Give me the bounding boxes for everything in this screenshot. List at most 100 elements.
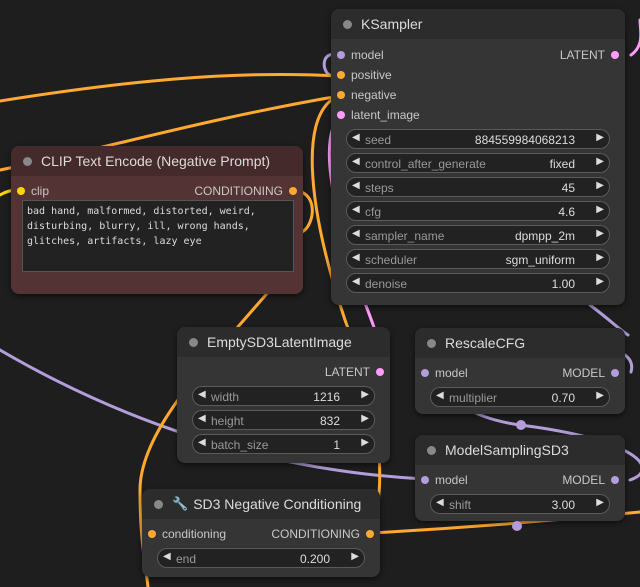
output-label: MODEL [562,366,605,380]
conditioning-pin-icon[interactable] [337,91,345,99]
decrement-arrow-icon[interactable]: ◀ [352,228,360,239]
input-slot-model[interactable]: model LATENT [331,45,625,65]
decrement-arrow-icon[interactable]: ◀ [352,132,360,143]
node-title: EmptySD3LatentImage [207,334,352,350]
widget-value: 1 [333,438,340,452]
rescale-cfg-node[interactable]: RescaleCFG model MODEL ◀ multiplier 0.70… [415,328,625,414]
collapse-dot-icon[interactable] [427,339,436,348]
output-slot-latent[interactable]: LATENT [177,362,390,382]
ksampler-title-bar[interactable]: KSampler [331,9,625,39]
conditioning-wire [0,72,341,103]
latent-output-pin-icon[interactable] [376,368,384,376]
increment-arrow-icon[interactable]: ▶ [596,497,604,508]
collapse-dot-icon[interactable] [189,338,198,347]
conditioning-pin-icon[interactable] [337,71,345,79]
decrement-arrow-icon[interactable]: ◀ [352,276,360,287]
empty-latent-title-bar[interactable]: EmptySD3LatentImage [177,327,390,357]
batch-size-widget[interactable]: ◀ batch_size 1 ▶ [192,434,375,454]
input-slot-positive[interactable]: positive [331,65,625,85]
model-output-pin-icon[interactable] [611,476,619,484]
model-pin-icon[interactable] [421,476,429,484]
collapse-dot-icon[interactable] [154,500,163,509]
increment-arrow-icon[interactable]: ▶ [596,390,604,401]
widget-label: batch_size [211,438,269,452]
end-widget[interactable]: ◀ end 0.200 ▶ [157,548,365,568]
decrement-arrow-icon[interactable]: ◀ [352,204,360,215]
latent-pin-icon[interactable] [337,111,345,119]
latent-output-pin-icon[interactable] [611,51,619,59]
widget-value: 884559984068213 [474,133,575,147]
reroute-dot-icon[interactable] [512,521,522,531]
input-slot-model[interactable]: model MODEL [415,363,625,383]
input-slot-clip[interactable]: clip CONDITIONING [11,181,303,201]
denoise-widget[interactable]: ◀ denoise 1.00 ▶ [346,273,610,293]
input-slot-negative[interactable]: negative [331,85,625,105]
conditioning-output-pin-icon[interactable] [366,530,374,538]
input-slot-latent-image[interactable]: latent_image [331,105,625,125]
collapse-dot-icon[interactable] [23,157,32,166]
node-title: ModelSamplingSD3 [445,442,569,458]
clip-pin-icon[interactable] [17,187,25,195]
prompt-textarea[interactable]: bad hand, malformed, distorted, weird, d… [22,200,294,272]
empty-sd3-latent-image-node[interactable]: EmptySD3LatentImage LATENT ◀ width 1216 … [177,327,390,463]
increment-arrow-icon[interactable]: ▶ [596,252,604,263]
model-sampling-sd3-node[interactable]: ModelSamplingSD3 model MODEL ◀ shift 3.0… [415,435,625,521]
decrement-arrow-icon[interactable]: ◀ [352,156,360,167]
collapse-dot-icon[interactable] [427,446,436,455]
decrement-arrow-icon[interactable]: ◀ [352,252,360,263]
clip-title-bar[interactable]: CLIP Text Encode (Negative Prompt) [11,146,303,176]
height-widget[interactable]: ◀ height 832 ▶ [192,410,375,430]
increment-arrow-icon[interactable]: ▶ [596,276,604,287]
model-pin-icon[interactable] [421,369,429,377]
increment-arrow-icon[interactable]: ▶ [351,551,359,562]
decrement-arrow-icon[interactable]: ◀ [352,180,360,191]
increment-arrow-icon[interactable]: ▶ [596,132,604,143]
decrement-arrow-icon[interactable]: ◀ [163,551,171,562]
sampler-name-widget[interactable]: ◀ sampler_name dpmpp_2m ▶ [346,225,610,245]
increment-arrow-icon[interactable]: ▶ [596,228,604,239]
node-title: KSampler [361,16,423,32]
slot-label: positive [351,68,392,82]
ksampler-node[interactable]: KSampler model LATENT positive negative … [331,9,625,305]
rescale-cfg-title-bar[interactable]: RescaleCFG [415,328,625,358]
collapse-dot-icon[interactable] [343,20,352,29]
shift-widget[interactable]: ◀ shift 3.00 ▶ [430,494,610,514]
widget-label: steps [365,181,394,195]
decrement-arrow-icon[interactable]: ◀ [436,497,444,508]
decrement-arrow-icon[interactable]: ◀ [198,437,206,448]
sd3-negative-conditioning-node[interactable]: 🔧 SD3 Negative Conditioning conditioning… [142,489,380,577]
steps-widget[interactable]: ◀ steps 45 ▶ [346,177,610,197]
increment-arrow-icon[interactable]: ▶ [361,389,369,400]
decrement-arrow-icon[interactable]: ◀ [436,390,444,401]
widget-value: 1216 [313,390,340,404]
widget-label: end [176,552,197,566]
increment-arrow-icon[interactable]: ▶ [596,180,604,191]
clip-text-encode-node[interactable]: CLIP Text Encode (Negative Prompt) clip … [11,146,303,294]
output-label: LATENT [559,48,605,62]
slot-label: latent_image [351,108,420,122]
increment-arrow-icon[interactable]: ▶ [596,204,604,215]
model-sampling-title-bar[interactable]: ModelSamplingSD3 [415,435,625,465]
conditioning-output-pin-icon[interactable] [289,187,297,195]
control-after-generate-widget[interactable]: ◀ control_after_generate fixed ▶ [346,153,610,173]
increment-arrow-icon[interactable]: ▶ [361,437,369,448]
widget-label: width [211,390,240,404]
reroute-dot-icon[interactable] [516,420,526,430]
model-pin-icon[interactable] [337,51,345,59]
decrement-arrow-icon[interactable]: ◀ [198,389,206,400]
multiplier-widget[interactable]: ◀ multiplier 0.70 ▶ [430,387,610,407]
width-widget[interactable]: ◀ width 1216 ▶ [192,386,375,406]
seed-widget[interactable]: ◀ seed 884559984068213 ▶ [346,129,610,149]
scheduler-widget[interactable]: ◀ scheduler sgm_uniform ▶ [346,249,610,269]
input-slot-conditioning[interactable]: conditioning CONDITIONING [142,524,380,544]
input-slot-model[interactable]: model MODEL [415,470,625,490]
increment-arrow-icon[interactable]: ▶ [361,413,369,424]
conditioning-pin-icon[interactable] [148,530,156,538]
model-output-pin-icon[interactable] [611,369,619,377]
slot-label: model [435,473,468,487]
decrement-arrow-icon[interactable]: ◀ [198,413,206,424]
sd3-negative-title-bar[interactable]: 🔧 SD3 Negative Conditioning [142,489,380,519]
cfg-widget[interactable]: ◀ cfg 4.6 ▶ [346,201,610,221]
output-label: CONDITIONING [194,184,283,198]
increment-arrow-icon[interactable]: ▶ [596,156,604,167]
